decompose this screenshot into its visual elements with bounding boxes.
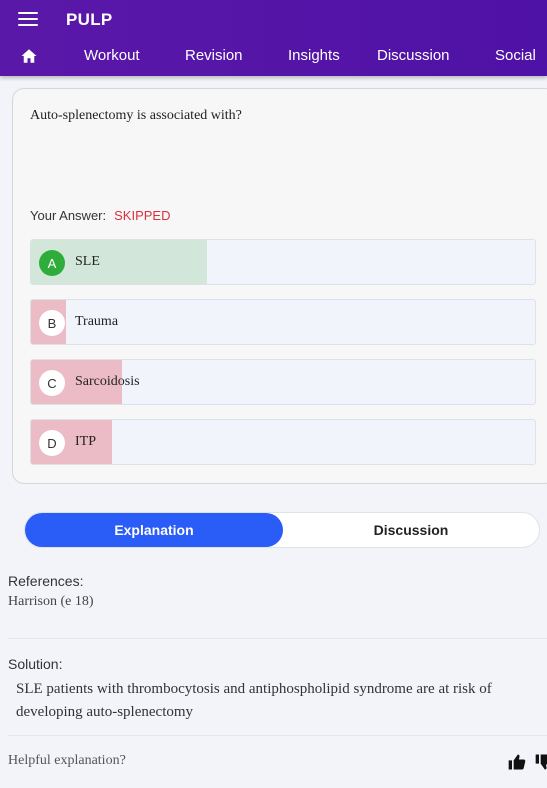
option-d[interactable]: D ITP xyxy=(30,419,536,465)
divider xyxy=(8,735,547,736)
your-answer-label: Your Answer: xyxy=(30,208,107,223)
option-a-text: SLE xyxy=(75,254,100,269)
question-text: Auto-splenectomy is associated with? xyxy=(30,108,242,123)
option-c[interactable]: C Sarcoidosis xyxy=(30,359,536,405)
divider xyxy=(8,638,547,639)
your-answer-row: Your Answer: SKIPPED xyxy=(30,208,170,223)
app-title: PULP xyxy=(66,10,113,29)
explanation-tabs: Explanation Discussion xyxy=(24,512,540,548)
option-d-letter: D xyxy=(39,430,65,456)
option-a-letter: A xyxy=(39,250,65,276)
nav-tab-discussion[interactable]: Discussion xyxy=(377,47,450,64)
nav-tab-social[interactable]: Social xyxy=(495,47,536,64)
option-b-letter: B xyxy=(39,310,65,336)
home-icon[interactable] xyxy=(20,47,38,65)
tab-explanation[interactable]: Explanation xyxy=(25,513,283,547)
thumbs-down-icon[interactable] xyxy=(534,752,547,772)
option-c-text: Sarcoidosis xyxy=(75,374,140,389)
nav-tab-workout[interactable]: Workout xyxy=(84,47,140,64)
option-b-text: Trauma xyxy=(75,314,119,329)
helpful-prompt: Helpful explanation? xyxy=(8,753,126,768)
solution-heading: Solution: xyxy=(8,656,63,672)
app-bar: PULP Workout Revision Insights Discussio… xyxy=(0,0,547,76)
hamburger-menu-icon[interactable] xyxy=(18,12,38,28)
option-c-letter: C xyxy=(39,370,65,396)
references-value: Harrison (e 18) xyxy=(8,594,94,609)
nav-tab-insights[interactable]: Insights xyxy=(288,47,340,64)
your-answer-status: SKIPPED xyxy=(114,208,171,223)
thumbs-up-icon[interactable] xyxy=(507,752,527,772)
references-heading: References: xyxy=(8,573,84,589)
tab-discussion[interactable]: Discussion xyxy=(283,513,539,547)
question-card: Auto-splenectomy is associated with? You… xyxy=(12,88,547,484)
option-a[interactable]: A SLE xyxy=(30,239,536,285)
nav-tab-revision[interactable]: Revision xyxy=(185,47,243,64)
option-b[interactable]: B Trauma xyxy=(30,299,536,345)
solution-text: SLE patients with thrombocytosis and ant… xyxy=(16,681,492,720)
option-d-text: ITP xyxy=(75,434,96,449)
